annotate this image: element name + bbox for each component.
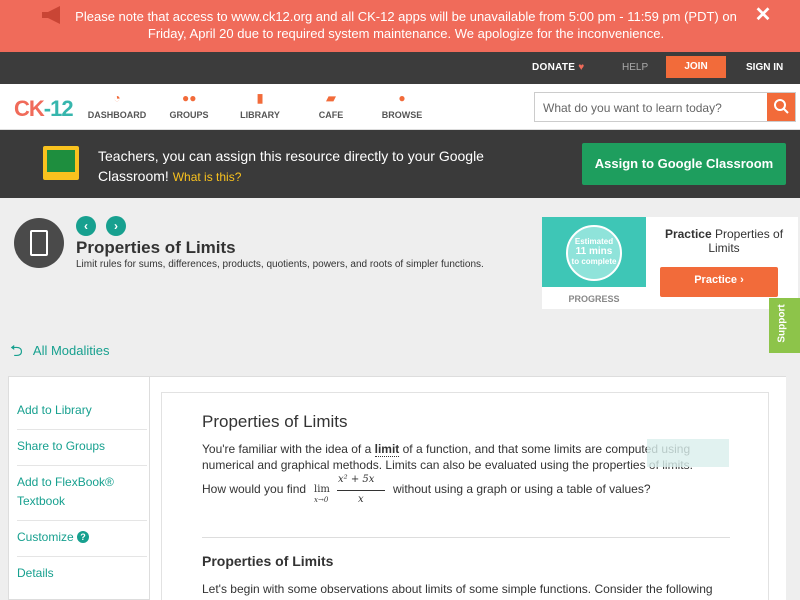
search-button[interactable]	[767, 93, 795, 121]
divider	[17, 429, 147, 430]
google-classroom-icon	[43, 146, 79, 180]
share-to-groups-link[interactable]: Share to Groups	[17, 437, 139, 456]
donate-label: DONATE	[532, 62, 576, 73]
add-to-flexbook-link[interactable]: Add to FlexBook® Textbook	[17, 473, 139, 511]
search-placeholder: What do you want to learn today?	[543, 101, 722, 115]
progress-art: Estimated 11 mins to complete	[542, 217, 646, 287]
library-icon: ▮	[256, 91, 264, 105]
search-input[interactable]: What do you want to learn today?	[534, 92, 796, 122]
megaphone-icon	[42, 6, 60, 24]
divider	[17, 520, 147, 521]
nav-groups-label: GROUPS	[169, 110, 209, 120]
lim-symbol: lim	[314, 484, 330, 495]
support-tab[interactable]: Support	[769, 298, 800, 353]
ck12-logo[interactable]: CK-12	[14, 96, 74, 122]
nav-cafe-label: CAFE	[318, 110, 344, 120]
add-to-library-link[interactable]: Add to Library	[17, 401, 139, 420]
question-text-a: How would you find	[202, 482, 307, 496]
previous-arrow-icon[interactable]: ‹	[76, 216, 96, 236]
limit-expression: lim x→0 x² + 5x x	[312, 474, 392, 506]
nav-cafe[interactable]: ▰ CAFE	[296, 92, 366, 120]
practice-bold: Practice	[664, 227, 712, 241]
practice-rest: Properties of Limits	[708, 227, 784, 255]
dashboard-icon: ◔	[113, 91, 121, 105]
limit-term-link[interactable]: limit	[374, 442, 400, 457]
assign-google-classroom-button[interactable]: Assign to Google Classroom	[582, 143, 786, 185]
section-text: Let's begin with some observations about…	[202, 582, 713, 596]
divider	[17, 556, 147, 557]
practice-button[interactable]: Practice ›	[660, 267, 778, 297]
nav-groups[interactable]: ●● GROUPS	[154, 92, 224, 120]
browse-icon: ●	[398, 91, 406, 105]
cafe-icon: ▰	[326, 91, 336, 105]
nav-library-label: LIBRARY	[240, 110, 280, 120]
section-title: Properties of Limits	[202, 553, 334, 569]
close-icon[interactable]: ✕	[754, 5, 772, 25]
donate-link[interactable]: DONATE ♥	[532, 62, 585, 73]
all-modalities-link[interactable]: ⮌ All Modalities	[10, 343, 110, 359]
estimate-badge: Estimated 11 mins to complete	[566, 225, 622, 281]
what-is-this-link[interactable]: What is this?	[173, 170, 242, 184]
note-bubble-icon[interactable]	[647, 439, 729, 467]
maintenance-notice: Please note that access to www.ck12.org …	[0, 0, 800, 52]
sign-in-link[interactable]: SIGN IN	[746, 62, 783, 73]
nav-library[interactable]: ▮ LIBRARY	[225, 92, 295, 120]
logo-12: -12	[43, 96, 74, 121]
numerator: x² + 5x	[338, 474, 375, 485]
top-bar: DONATE ♥ HELP JOIN SIGN IN	[0, 52, 800, 84]
nav-dashboard-label: DASHBOARD	[87, 110, 147, 120]
divider	[17, 465, 147, 466]
content-title: Properties of Limits	[202, 412, 348, 431]
progress-card: Estimated 11 mins to complete PROGRESS	[542, 217, 646, 309]
estimate-line2: 11 mins	[575, 246, 613, 257]
progress-label: PROGRESS	[568, 294, 620, 304]
page-subtitle: Limit rules for sums, differences, produ…	[76, 259, 484, 270]
logo-ck: CK	[14, 96, 45, 121]
support-label: Support	[776, 304, 788, 343]
section-divider	[202, 537, 730, 538]
nav-browse[interactable]: ● BROWSE	[367, 92, 437, 120]
page-title: Properties of Limits	[76, 238, 236, 257]
next-arrow-icon[interactable]: ›	[106, 216, 126, 236]
notice-message: Please note that access to www.ck12.org …	[75, 9, 737, 41]
main-nav: CK-12 ◔ DASHBOARD ●● GROUPS ▮ LIBRARY ▰ CAFE…	[0, 84, 800, 130]
nav-browse-label: BROWSE	[381, 110, 423, 120]
classroom-text: Teachers, you can assign this resource d…	[98, 148, 484, 184]
customize-label: Customize	[17, 530, 74, 544]
estimate-line3: to complete	[571, 257, 617, 266]
intro-text-a: You're familiar with the idea of a	[202, 442, 375, 456]
groups-icon: ●●	[182, 91, 197, 105]
help-icon[interactable]: ?	[77, 531, 90, 543]
classroom-message: Teachers, you can assign this resource d…	[98, 146, 498, 187]
denominator: x	[358, 494, 364, 505]
join-button[interactable]: JOIN	[666, 56, 726, 78]
nav-dashboard[interactable]: ◔ DASHBOARD	[82, 92, 152, 120]
customize-link[interactable]: Customize ?	[17, 528, 139, 547]
back-arrow-icon: ⮌	[10, 342, 23, 360]
practice-button-label: Practice	[694, 274, 738, 286]
search-icon	[774, 99, 789, 114]
details-link[interactable]: Details	[17, 564, 139, 583]
practice-card: Practice Properties of Limits Practice ›	[646, 217, 798, 309]
lim-subscript: x→0	[314, 496, 329, 504]
question-text-b: without using a graph or using a table o…	[393, 482, 651, 496]
sidebar: Add to Library Share to Groups Add to Fl…	[8, 376, 150, 600]
help-link[interactable]: HELP	[622, 62, 648, 73]
chevron-right-icon: ›	[740, 274, 744, 286]
heart-icon: ♥	[578, 62, 585, 73]
fraction-bar	[337, 490, 385, 491]
all-modalities-label: All Modalities	[32, 343, 110, 358]
practice-title: Practice Properties of Limits	[654, 227, 794, 255]
calculator-icon	[14, 218, 64, 268]
